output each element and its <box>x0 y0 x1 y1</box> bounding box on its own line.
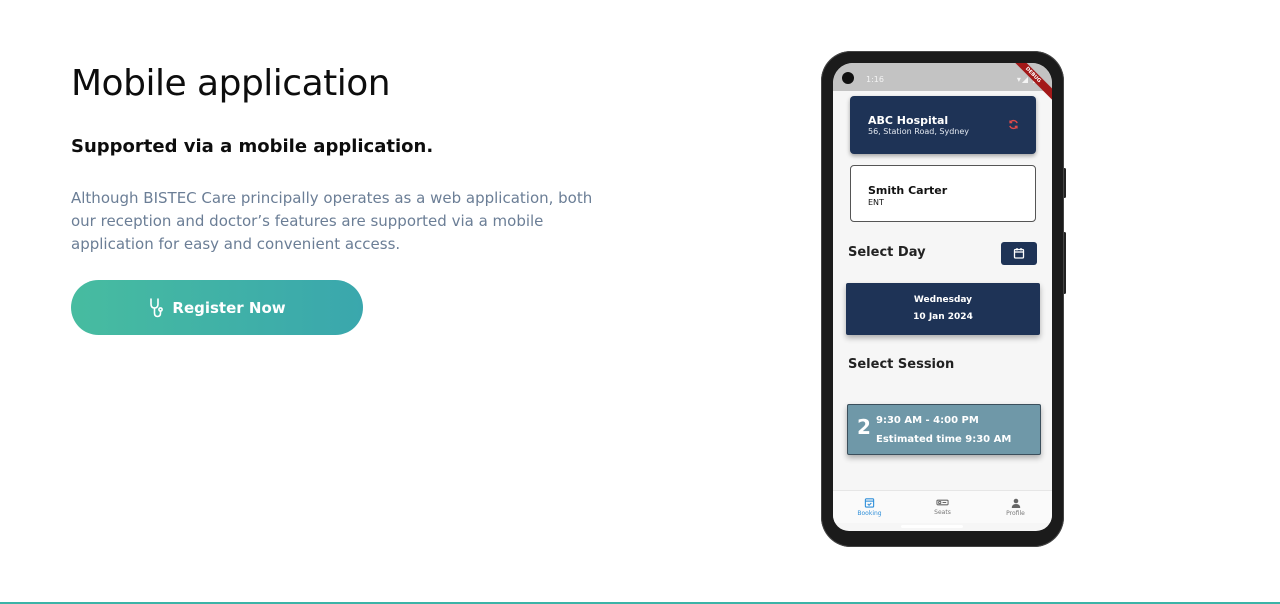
stethoscope-icon <box>148 297 164 318</box>
day-date: 10 Jan 2024 <box>913 312 973 322</box>
calendar-button[interactable] <box>1001 242 1037 265</box>
refresh-icon[interactable] <box>1008 119 1019 133</box>
calendar-icon <box>1013 244 1025 263</box>
session-time-range: 9:30 AM - 4:00 PM <box>876 415 979 426</box>
session-card[interactable]: 2 9:30 AM - 4:00 PM Estimated time 9:30 … <box>847 404 1041 455</box>
home-indicator <box>901 525 963 528</box>
nav-seats-label: Seats <box>934 509 951 516</box>
doctor-name: Smith Carter <box>868 184 948 197</box>
description: Although BISTEC Care principally operate… <box>71 189 593 253</box>
hospital-address: 56, Station Road, Sydney <box>868 127 970 136</box>
nav-profile-label: Profile <box>1006 509 1025 517</box>
hospital-card[interactable]: ABC Hospital 56, Station Road, Sydney <box>850 96 1036 154</box>
register-now-button[interactable]: Register Now <box>71 280 363 335</box>
doctor-specialty: ENT <box>868 198 884 207</box>
select-session-label: Select Session <box>848 357 955 372</box>
nav-booking-label: Booking <box>857 510 882 517</box>
hero-section: Mobile application Supported via a mobil… <box>71 60 631 335</box>
status-bar: 1:16 ▾◢ ▮ DEBUG <box>833 63 1052 103</box>
nav-seats[interactable]: Seats <box>906 491 979 523</box>
status-time: 1:16 <box>866 75 884 84</box>
select-day-label: Select Day <box>848 245 926 260</box>
hospital-name: ABC Hospital <box>868 114 949 127</box>
nav-booking[interactable]: Booking <box>833 491 906 523</box>
person-icon <box>1011 498 1021 508</box>
session-estimated-time: Estimated time 9:30 AM <box>876 434 1012 445</box>
selected-day-card[interactable]: Wednesday 10 Jan 2024 <box>846 283 1040 335</box>
camera-icon <box>842 72 854 84</box>
seat-icon <box>936 498 949 507</box>
register-now-label: Register Now <box>172 298 286 317</box>
doctor-card[interactable]: Smith Carter ENT <box>850 165 1036 222</box>
session-number: 2 <box>857 415 871 439</box>
day-weekday: Wednesday <box>913 295 973 305</box>
phone-mockup: 1:16 ▾◢ ▮ DEBUG ABC Hospital 56, Station… <box>821 51 1064 547</box>
page-title: Mobile application <box>71 63 391 104</box>
bottom-navigation: Booking Seats Profile <box>833 490 1052 523</box>
subtitle: Supported via a mobile application. <box>71 136 434 157</box>
calendar-icon <box>864 497 875 508</box>
nav-profile[interactable]: Profile <box>979 491 1052 523</box>
phone-screen: 1:16 ▾◢ ▮ DEBUG ABC Hospital 56, Station… <box>833 63 1052 531</box>
